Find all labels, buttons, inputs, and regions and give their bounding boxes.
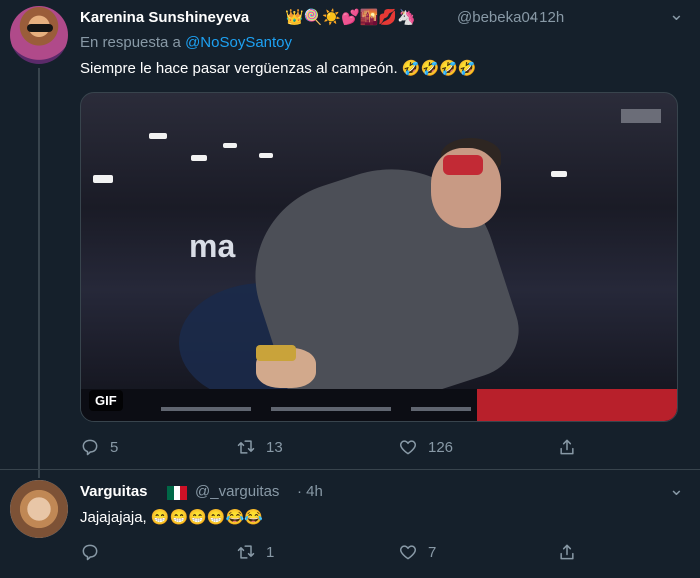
- avatar[interactable]: [10, 6, 68, 64]
- avatar[interactable]: [10, 480, 68, 538]
- more-dots-icon[interactable]: ⌄: [669, 4, 685, 25]
- display-name[interactable]: Karenina Sunshineyeva: [80, 9, 249, 26]
- like-button[interactable]: 126: [398, 435, 453, 459]
- retweet-button[interactable]: 13: [236, 435, 283, 459]
- speech-bubble-icon: [82, 439, 98, 456]
- tweet-actions: 1 7: [80, 540, 580, 564]
- retweet-count: 1: [266, 543, 275, 561]
- retweet-icon: [237, 545, 255, 559]
- like-count: 126: [428, 438, 454, 456]
- tweet-text: Siempre le hace pasar vergüenzas al camp…: [80, 60, 477, 77]
- heart-icon: [399, 440, 417, 455]
- retweet-button[interactable]: 1: [236, 540, 274, 564]
- mexico-flag-icon: [167, 486, 187, 500]
- tweet-varguitas[interactable]: Varguitas @_varguitas · 4h ⌄ Jajajajaja,…: [0, 470, 700, 578]
- retweet-icon: [237, 440, 255, 454]
- tweet-time[interactable]: · 4h: [297, 483, 323, 500]
- more-dots-icon[interactable]: ⌄: [669, 479, 685, 500]
- tweet-actions: 5 13 126: [80, 435, 580, 459]
- heart-icon: [399, 545, 417, 560]
- reply-count: 5: [110, 438, 119, 456]
- tweet-time[interactable]: · 12h: [530, 9, 564, 26]
- gif-badge: GIF: [89, 390, 123, 411]
- user-handle[interactable]: @bebeka04: [457, 9, 538, 26]
- reply-context: En respuesta a @NoSoySantoy: [80, 34, 292, 51]
- share-icon: [560, 544, 574, 560]
- retweet-count: 13: [266, 438, 283, 456]
- share-button[interactable]: [557, 540, 577, 564]
- thread-line: [38, 68, 40, 478]
- reply-button[interactable]: 5: [80, 435, 118, 459]
- gif-media[interactable]: ma GIF: [80, 92, 678, 422]
- share-icon: [560, 439, 574, 455]
- reply-button[interactable]: [80, 540, 110, 564]
- tweet-karenina[interactable]: Karenina Sunshineyeva 👑🍭☀️💕🌇💋🦄 @bebeka04…: [0, 0, 700, 478]
- like-button[interactable]: 7: [398, 540, 436, 564]
- share-button[interactable]: [557, 435, 577, 459]
- like-count: 7: [428, 543, 437, 561]
- tweet-text: Jajajajaja, 😁😁😁😁😂😂: [80, 509, 263, 526]
- name-emojis: 👑🍭☀️💕🌇💋🦄: [285, 9, 416, 26]
- reply-prefix: En respuesta a: [80, 34, 181, 51]
- display-name[interactable]: Varguitas: [80, 483, 148, 500]
- reply-mention-link[interactable]: @NoSoySantoy: [185, 34, 292, 51]
- speech-bubble-icon: [82, 544, 98, 561]
- user-handle[interactable]: @_varguitas: [195, 483, 279, 500]
